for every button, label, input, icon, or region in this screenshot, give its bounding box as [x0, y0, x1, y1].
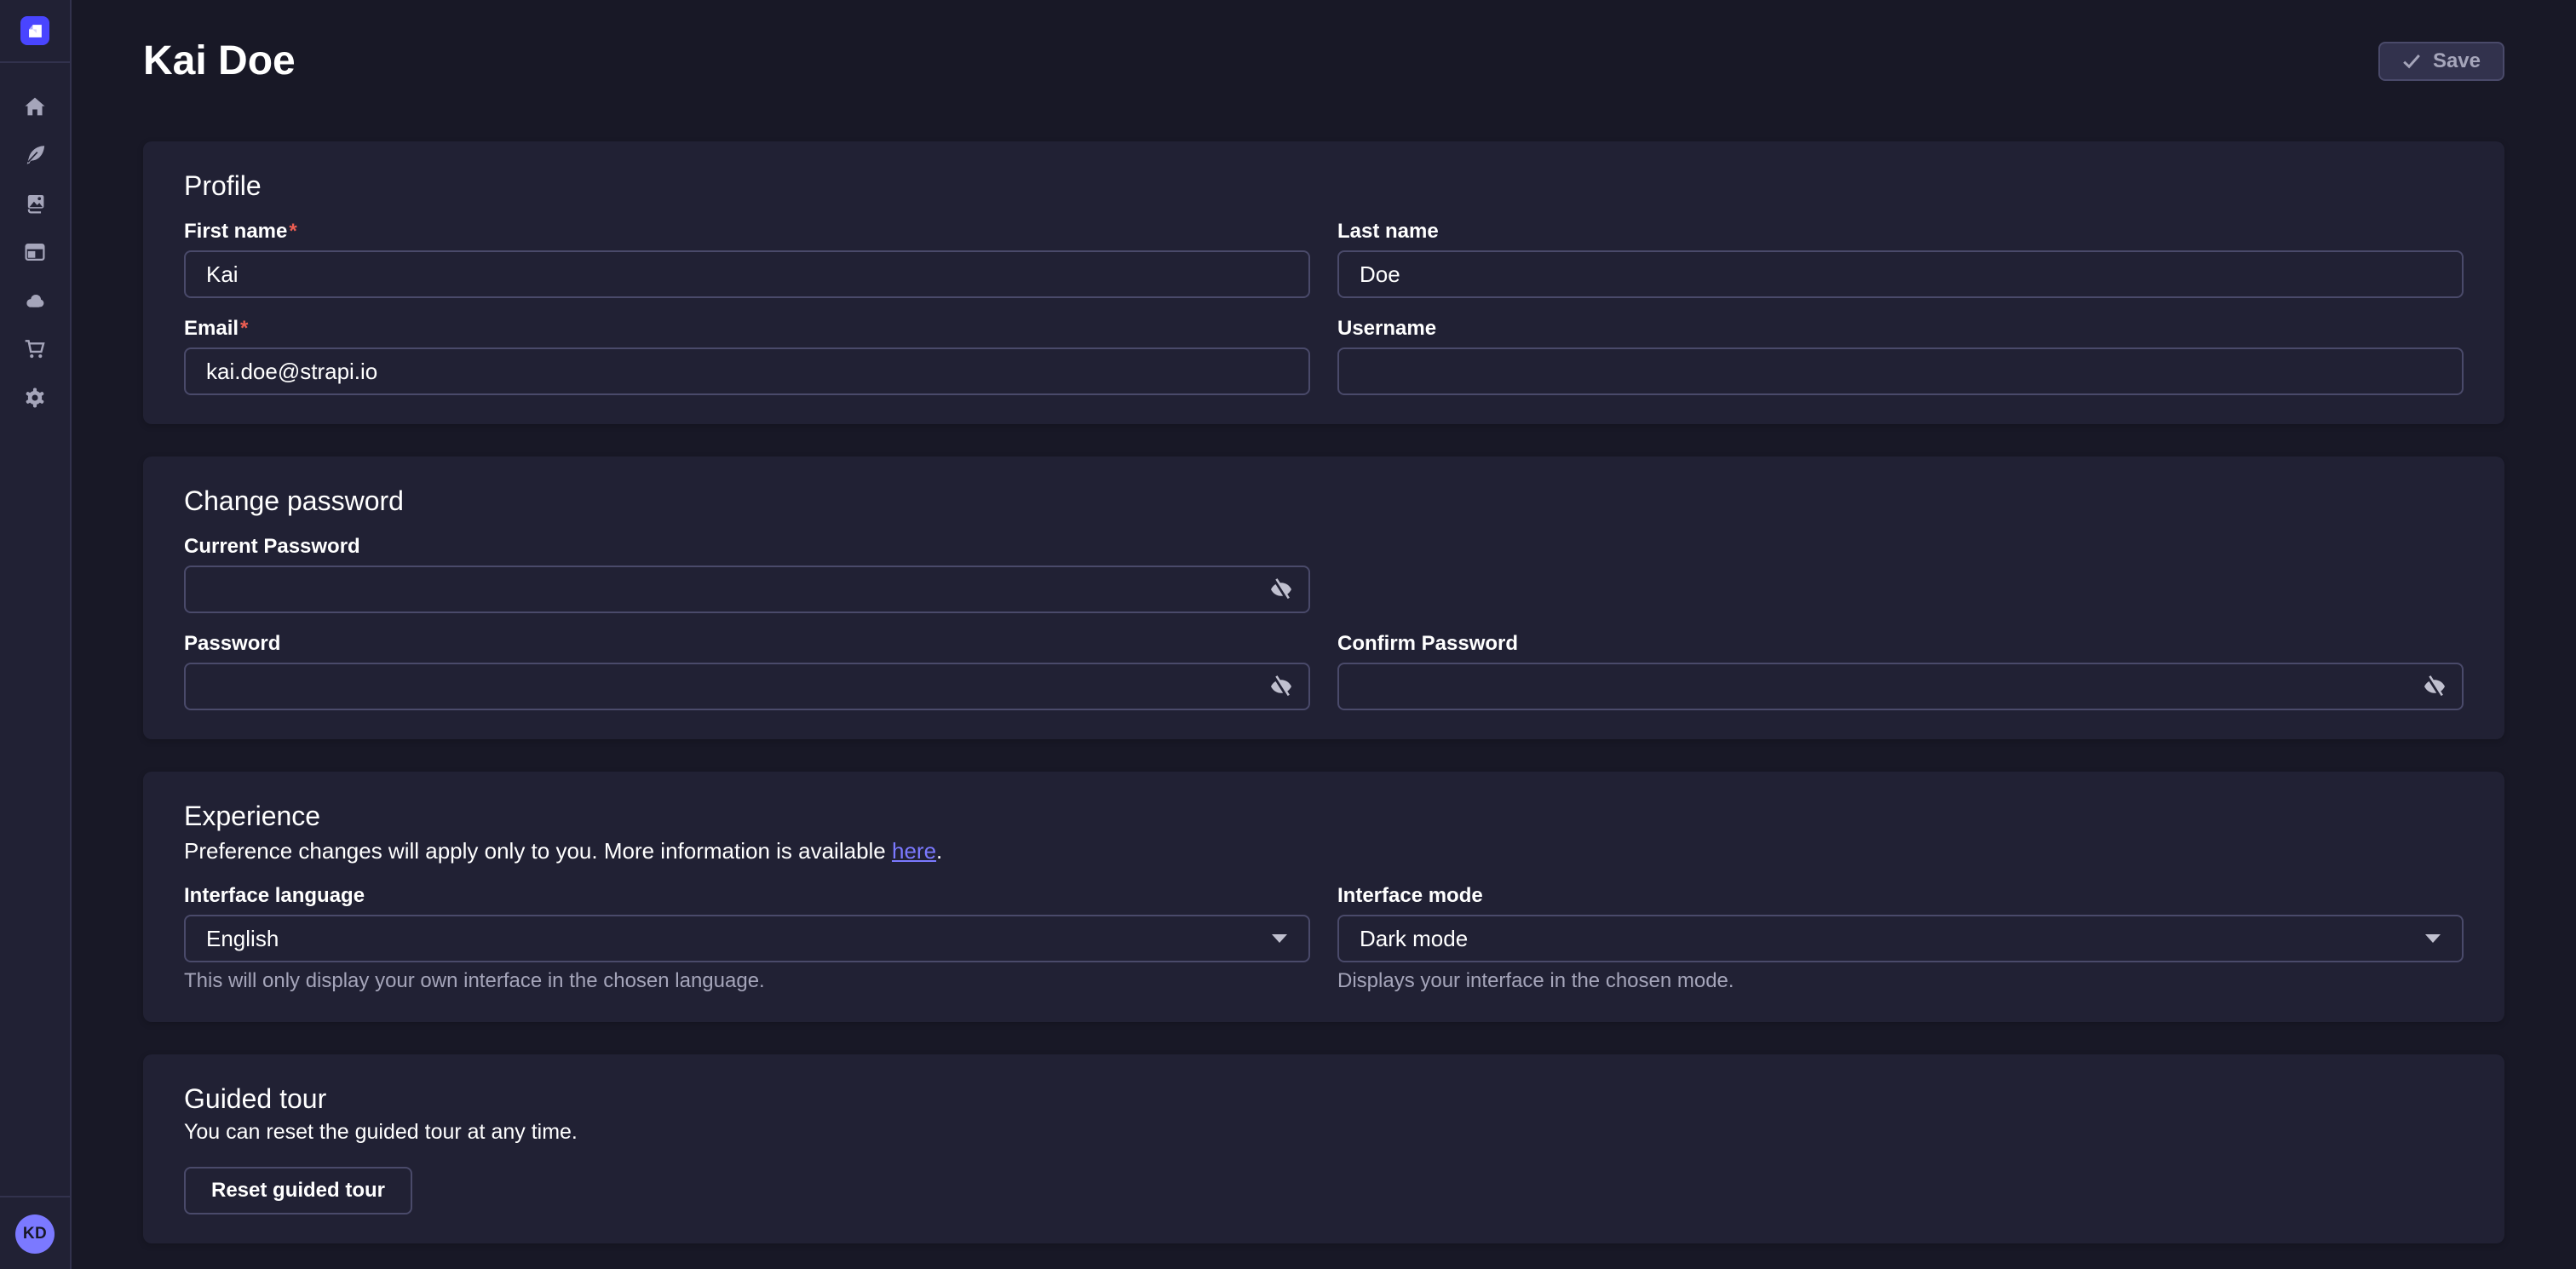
- media-library-icon: [24, 192, 46, 215]
- chevron-down-icon: [1271, 933, 1288, 944]
- toggle-confirm-password-visibility-button[interactable]: [2414, 666, 2455, 707]
- interface-language-field-group: Interface language English This will onl…: [184, 884, 1310, 993]
- check-icon: [2402, 52, 2421, 71]
- toggle-current-password-visibility-button[interactable]: [1261, 569, 1302, 610]
- confirm-password-label: Confirm Password: [1337, 632, 2464, 656]
- sidebar-nav: [13, 82, 57, 422]
- email-input[interactable]: [184, 347, 1310, 395]
- feather-icon: [24, 144, 46, 166]
- toggle-password-visibility-button[interactable]: [1261, 666, 1302, 707]
- eye-off-icon: [1269, 577, 1293, 601]
- profile-card: Profile First name* Last name Email* Use…: [143, 141, 2504, 424]
- interface-mode-hint: Displays your interface in the chosen mo…: [1337, 969, 2464, 993]
- guided-tour-card: Guided tour You can reset the guided tou…: [143, 1054, 2504, 1243]
- change-password-card: Change password Current Password: [143, 456, 2504, 739]
- current-password-field-group: Current Password: [184, 535, 1310, 613]
- spacer-cell: [1337, 535, 2464, 613]
- last-name-label: Last name: [1337, 220, 2464, 244]
- interface-mode-select[interactable]: Dark mode: [1337, 915, 2464, 962]
- eye-off-icon: [1269, 675, 1293, 698]
- required-mark: *: [289, 220, 296, 243]
- sidebar: KD: [0, 0, 72, 1269]
- sidebar-item-content-type-builder[interactable]: [13, 227, 57, 276]
- interface-mode-value: Dark mode: [1360, 926, 1468, 952]
- current-password-label: Current Password: [184, 535, 1310, 559]
- confirm-password-input[interactable]: [1337, 663, 2464, 710]
- experience-description: Preference changes will apply only to yo…: [184, 836, 2464, 865]
- sidebar-item-media-library[interactable]: [13, 179, 57, 227]
- interface-language-value: English: [206, 926, 279, 952]
- password-field-group: Password: [184, 632, 1310, 710]
- first-name-input[interactable]: [184, 250, 1310, 298]
- chevron-down-icon: [2424, 933, 2441, 944]
- sidebar-item-cloud[interactable]: [13, 276, 57, 324]
- guided-tour-description: You can reset the guided tour at any tim…: [184, 1119, 2464, 1145]
- email-label: Email*: [184, 317, 1310, 341]
- experience-card: Experience Preference changes will apply…: [143, 772, 2504, 1022]
- sidebar-item-marketplace[interactable]: [13, 324, 57, 373]
- user-avatar[interactable]: KD: [15, 1214, 55, 1254]
- required-mark: *: [240, 317, 248, 340]
- guided-tour-heading: Guided tour: [184, 1083, 2464, 1114]
- username-field-group: Username: [1337, 317, 2464, 395]
- sidebar-item-settings[interactable]: [13, 373, 57, 422]
- page-title: Kai Doe: [143, 36, 296, 87]
- current-password-input[interactable]: [184, 566, 1310, 613]
- experience-heading: Experience: [184, 801, 2464, 831]
- interface-language-select[interactable]: English: [184, 915, 1310, 962]
- interface-mode-label: Interface mode: [1337, 884, 2464, 908]
- strapi-logo-icon[interactable]: [20, 16, 49, 45]
- username-label: Username: [1337, 317, 2464, 341]
- first-name-label: First name*: [184, 220, 1310, 244]
- email-field-group: Email*: [184, 317, 1310, 395]
- save-button-label: Save: [2433, 49, 2481, 73]
- sidebar-logo-area: [0, 0, 70, 63]
- more-information-link[interactable]: here: [892, 838, 936, 864]
- gear-icon: [24, 387, 46, 409]
- eye-off-icon: [2423, 675, 2447, 698]
- cart-icon: [24, 338, 46, 360]
- confirm-password-field-group: Confirm Password: [1337, 632, 2464, 710]
- page-header: Kai Doe Save: [143, 0, 2504, 87]
- sidebar-item-home[interactable]: [13, 82, 57, 130]
- password-input[interactable]: [184, 663, 1310, 710]
- home-icon: [24, 95, 46, 118]
- sidebar-user-area: KD: [0, 1196, 70, 1269]
- last-name-input[interactable]: [1337, 250, 2464, 298]
- save-button[interactable]: Save: [2378, 42, 2504, 81]
- cloud-icon: [24, 290, 46, 312]
- first-name-field-group: First name*: [184, 220, 1310, 298]
- interface-language-label: Interface language: [184, 884, 1310, 908]
- last-name-field-group: Last name: [1337, 220, 2464, 298]
- profile-heading: Profile: [184, 170, 2464, 201]
- reset-guided-tour-button[interactable]: Reset guided tour: [184, 1167, 412, 1214]
- interface-language-hint: This will only display your own interfac…: [184, 969, 1310, 993]
- main-content: Kai Doe Save Profile First name* Last na…: [72, 0, 2576, 1269]
- change-password-heading: Change password: [184, 485, 2464, 516]
- password-label: Password: [184, 632, 1310, 656]
- sidebar-item-content-manager[interactable]: [13, 130, 57, 179]
- username-input[interactable]: [1337, 347, 2464, 395]
- interface-mode-field-group: Interface mode Dark mode Displays your i…: [1337, 884, 2464, 993]
- layout-icon: [24, 241, 46, 263]
